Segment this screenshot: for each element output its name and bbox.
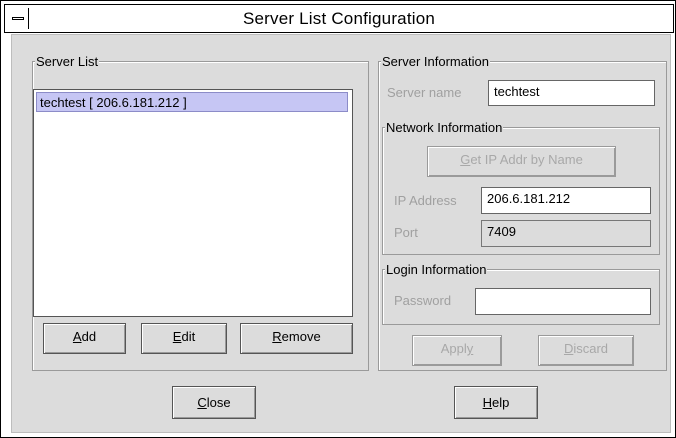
add-button-label-rest: dd: [81, 329, 97, 344]
get-ip-label-rest: et IP Addr by Name: [470, 152, 583, 167]
server-information-legend: Server Information: [381, 54, 490, 69]
network-information-legend: Network Information: [385, 120, 504, 135]
help-button[interactable]: Help: [454, 386, 538, 419]
discard-label-rest: iscard: [573, 341, 609, 356]
ip-address-field[interactable]: 206.6.181.212: [481, 187, 651, 214]
window-title: Server List Configuration: [242, 9, 436, 28]
close-label-rest: lose: [206, 395, 231, 410]
ip-address-label: IP Address: [394, 193, 457, 208]
close-label-underline: C: [197, 395, 207, 410]
discard-label-underline: D: [563, 341, 574, 356]
port-label: Port: [394, 225, 418, 240]
remove-button-label-underline: R: [272, 329, 282, 344]
discard-button[interactable]: Discard: [538, 335, 634, 366]
edit-button-label-rest: dit: [181, 329, 196, 344]
add-button[interactable]: Add: [43, 323, 126, 354]
add-button-label-underline: A: [72, 329, 82, 344]
port-field: 7409: [481, 220, 651, 247]
password-field[interactable]: [475, 288, 651, 315]
apply-label-underline: y: [466, 341, 474, 356]
login-information-legend: Login Information: [385, 262, 488, 277]
help-label-rest: elp: [492, 395, 510, 410]
title-bar: Server List Configuration: [4, 4, 674, 33]
server-name-label: Server name: [387, 85, 462, 100]
edit-button[interactable]: Edit: [141, 323, 227, 354]
remove-button[interactable]: Remove: [240, 323, 353, 354]
server-listbox[interactable]: techtest [ 206.6.181.212 ]: [33, 89, 353, 317]
help-label-underline: H: [482, 395, 493, 410]
apply-button[interactable]: Apply: [412, 335, 502, 366]
server-name-field[interactable]: techtest: [488, 80, 655, 106]
server-list-legend: Server List: [35, 54, 100, 69]
server-list-item[interactable]: techtest [ 206.6.181.212 ]: [36, 92, 348, 112]
apply-label-pre: Appl: [440, 341, 467, 356]
remove-button-label-rest: emove: [281, 329, 321, 344]
server-list-config-window: Server List Configuration Server List te…: [0, 0, 676, 438]
get-ip-addr-by-name-button[interactable]: Get IP Addr by Name: [427, 146, 616, 177]
get-ip-label-underline: G: [460, 152, 471, 167]
close-button[interactable]: Close: [172, 386, 256, 419]
password-label: Password: [394, 293, 452, 308]
